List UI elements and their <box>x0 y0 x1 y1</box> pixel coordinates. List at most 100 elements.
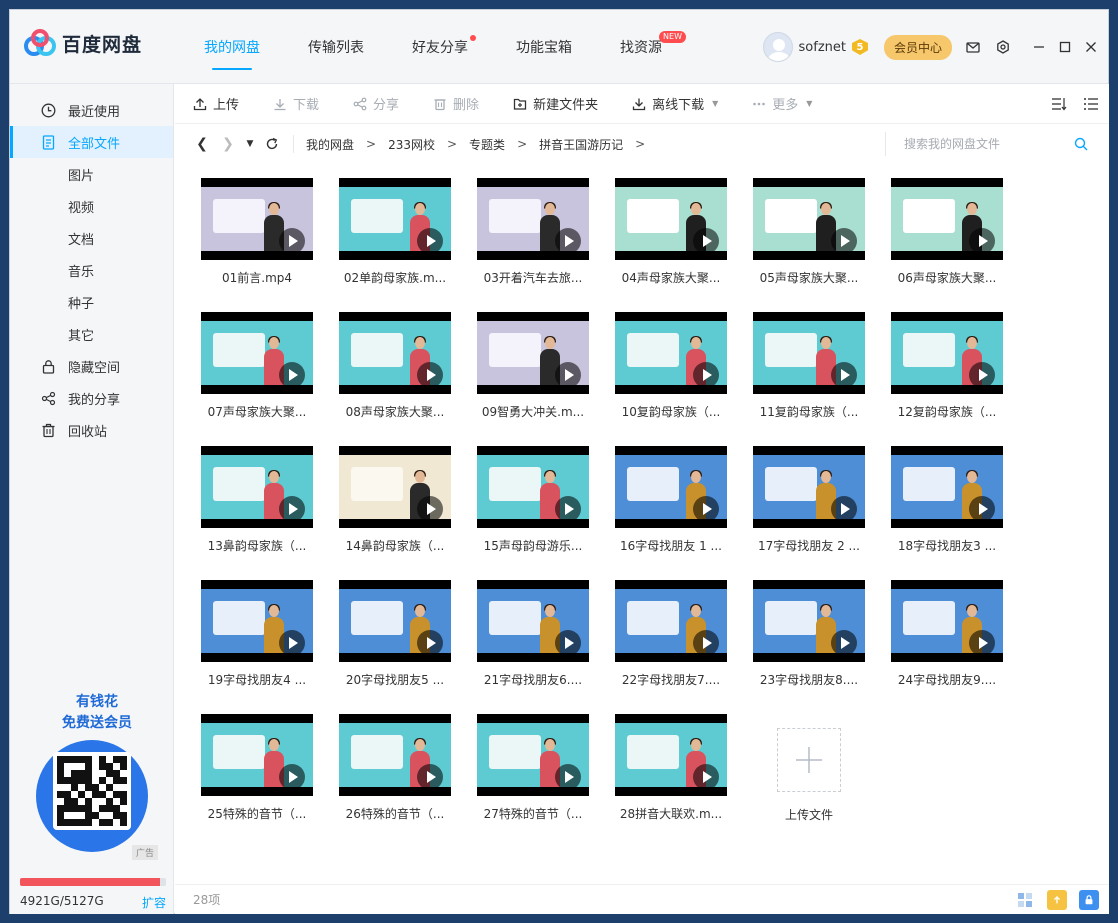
sidebar-item-other[interactable]: 其它 <box>10 318 173 350</box>
upload-file-tile[interactable]: 上传文件 <box>753 714 865 834</box>
lock-icon[interactable] <box>1079 890 1099 910</box>
file-name: 26特殊的音节（... <box>345 807 445 821</box>
upload-folder-icon[interactable] <box>1047 890 1067 910</box>
video-thumbnail <box>615 446 727 528</box>
vip-center-button[interactable]: 会员中心 <box>883 34 952 60</box>
baidu-netdisk-logo-icon <box>24 29 56 56</box>
sidebar-item-recycle-bin[interactable]: 回收站 <box>10 414 173 446</box>
play-icon <box>969 496 995 522</box>
minimize-icon[interactable] <box>1026 34 1052 60</box>
file-tile[interactable]: 11复韵母家族（... <box>753 312 865 432</box>
mail-icon[interactable] <box>964 38 982 56</box>
list-view-icon[interactable] <box>1083 96 1099 112</box>
maximize-icon[interactable] <box>1052 34 1078 60</box>
file-tile[interactable]: 12复韵母家族（... <box>891 312 1003 432</box>
delete-button[interactable]: 删除 <box>433 94 479 113</box>
breadcrumb-item[interactable]: 我的网盘 <box>306 136 354 153</box>
sidebar-item-label: 音乐 <box>68 264 95 280</box>
file-tile[interactable]: 05声母家族大聚... <box>753 178 865 298</box>
sidebar-item-label: 我的分享 <box>68 392 121 408</box>
file-tile[interactable]: 04声母家族大聚... <box>615 178 727 298</box>
video-thumbnail <box>201 312 313 394</box>
sidebar-item-hidden-space[interactable]: 隐藏空间 <box>10 350 173 382</box>
tab-transfer-list[interactable]: 传输列表 <box>284 10 388 84</box>
username[interactable]: sofznet <box>799 40 846 55</box>
trash-icon <box>40 422 56 438</box>
sidebar-item-label: 隐藏空间 <box>68 360 121 376</box>
more-button[interactable]: 更多 ▼ <box>752 94 812 113</box>
expand-storage-link[interactable]: 扩容 <box>142 894 166 911</box>
share-button[interactable]: 分享 <box>353 94 399 113</box>
file-tile[interactable]: 06声母家族大聚... <box>891 178 1003 298</box>
file-tile[interactable]: 23字母找朋友8.... <box>753 580 865 700</box>
settings-icon[interactable] <box>994 38 1012 56</box>
forward-arrow-icon[interactable]: ❯ <box>217 133 239 155</box>
download-button[interactable]: 下载 <box>273 94 319 113</box>
file-tile[interactable]: 01前言.mp4 <box>201 178 313 298</box>
search-icon[interactable] <box>1074 137 1088 151</box>
toolbar: 上传 下载 分享 删除 新建文件夹 离线下载 ▼ 更多 ▼ <box>175 84 1109 124</box>
status-bar: 28项 <box>175 884 1109 914</box>
tab-label: 功能宝箱 <box>516 40 572 56</box>
offline-download-button[interactable]: 离线下载 ▼ <box>632 94 718 113</box>
history-dropdown-icon[interactable]: ▼ <box>243 133 257 155</box>
sidebar-item-all-files[interactable]: 全部文件 <box>10 126 173 158</box>
file-tile[interactable]: 22字母找朋友7.... <box>615 580 727 700</box>
sort-icon[interactable] <box>1051 96 1067 112</box>
file-tile[interactable]: 26特殊的音节（... <box>339 714 451 834</box>
sidebar-item-torrents[interactable]: 种子 <box>10 286 173 318</box>
file-tile[interactable]: 20字母找朋友5 ... <box>339 580 451 700</box>
search-input[interactable] <box>904 137 1074 151</box>
file-tile[interactable]: 18字母找朋友3 ... <box>891 446 1003 566</box>
promo-ad[interactable]: 有钱花 免费送会员 广告 <box>32 692 162 860</box>
breadcrumb-item[interactable]: 拼音王国游历记 <box>539 136 623 153</box>
file-tile[interactable]: 08声母家族大聚... <box>339 312 451 432</box>
new-folder-button[interactable]: 新建文件夹 <box>513 94 598 113</box>
file-tile[interactable]: 16字母找朋友 1 ... <box>615 446 727 566</box>
video-thumbnail <box>339 312 451 394</box>
file-tile[interactable]: 10复韵母家族（... <box>615 312 727 432</box>
tab-my-netdisk[interactable]: 我的网盘 <box>180 10 284 84</box>
file-tile[interactable]: 14鼻韵母家族（... <box>339 446 451 566</box>
play-icon <box>555 362 581 388</box>
file-tile[interactable]: 17字母找朋友 2 ... <box>753 446 865 566</box>
breadcrumb-separator[interactable]: > <box>635 137 645 151</box>
sidebar-item-my-shares[interactable]: 我的分享 <box>10 382 173 414</box>
tab-find-resources[interactable]: 找资源 NEW <box>596 10 686 84</box>
vip-level-icon[interactable]: 5 <box>851 39 868 55</box>
file-tile[interactable]: 28拼音大联欢.m... <box>615 714 727 834</box>
file-tile[interactable]: 25特殊的音节（... <box>201 714 313 834</box>
sidebar-item-images[interactable]: 图片 <box>10 158 173 190</box>
breadcrumb-item[interactable]: 专题类 <box>469 136 505 153</box>
file-tile[interactable]: 19字母找朋友4 ... <box>201 580 313 700</box>
sidebar-item-label: 种子 <box>68 296 95 312</box>
sidebar-item-videos[interactable]: 视频 <box>10 190 173 222</box>
close-icon[interactable] <box>1078 34 1104 60</box>
play-icon <box>969 228 995 254</box>
sidebar-item-label: 视频 <box>68 200 95 216</box>
file-tile[interactable]: 21字母找朋友6.... <box>477 580 589 700</box>
back-arrow-icon[interactable]: ❮ <box>191 133 213 155</box>
tab-friend-share[interactable]: 好友分享 <box>388 10 492 84</box>
upload-button[interactable]: 上传 <box>193 94 239 113</box>
tab-label: 我的网盘 <box>204 40 260 56</box>
app-logo[interactable]: 百度网盘 <box>24 28 142 58</box>
file-tile[interactable]: 07声母家族大聚... <box>201 312 313 432</box>
app-grid-icon[interactable] <box>1015 890 1035 910</box>
ad-badge: 广告 <box>36 740 158 860</box>
breadcrumb-item[interactable]: 233网校 <box>388 136 435 153</box>
avatar[interactable] <box>762 32 793 62</box>
sidebar-item-recent[interactable]: 最近使用 <box>10 94 173 126</box>
file-tile[interactable]: 15声母韵母游乐... <box>477 446 589 566</box>
file-tile[interactable]: 02单韵母家族.m... <box>339 178 451 298</box>
file-tile[interactable]: 09智勇大冲关.m... <box>477 312 589 432</box>
file-tile[interactable]: 13鼻韵母家族（... <box>201 446 313 566</box>
file-tile[interactable]: 27特殊的音节（... <box>477 714 589 834</box>
file-tile[interactable]: 24字母找朋友9.... <box>891 580 1003 700</box>
tab-toolbox[interactable]: 功能宝箱 <box>492 10 596 84</box>
more-dots-icon <box>753 102 766 105</box>
sidebar-item-music[interactable]: 音乐 <box>10 254 173 286</box>
sidebar-item-documents[interactable]: 文档 <box>10 222 173 254</box>
refresh-icon[interactable] <box>261 133 283 155</box>
file-tile[interactable]: 03开着汽车去旅... <box>477 178 589 298</box>
